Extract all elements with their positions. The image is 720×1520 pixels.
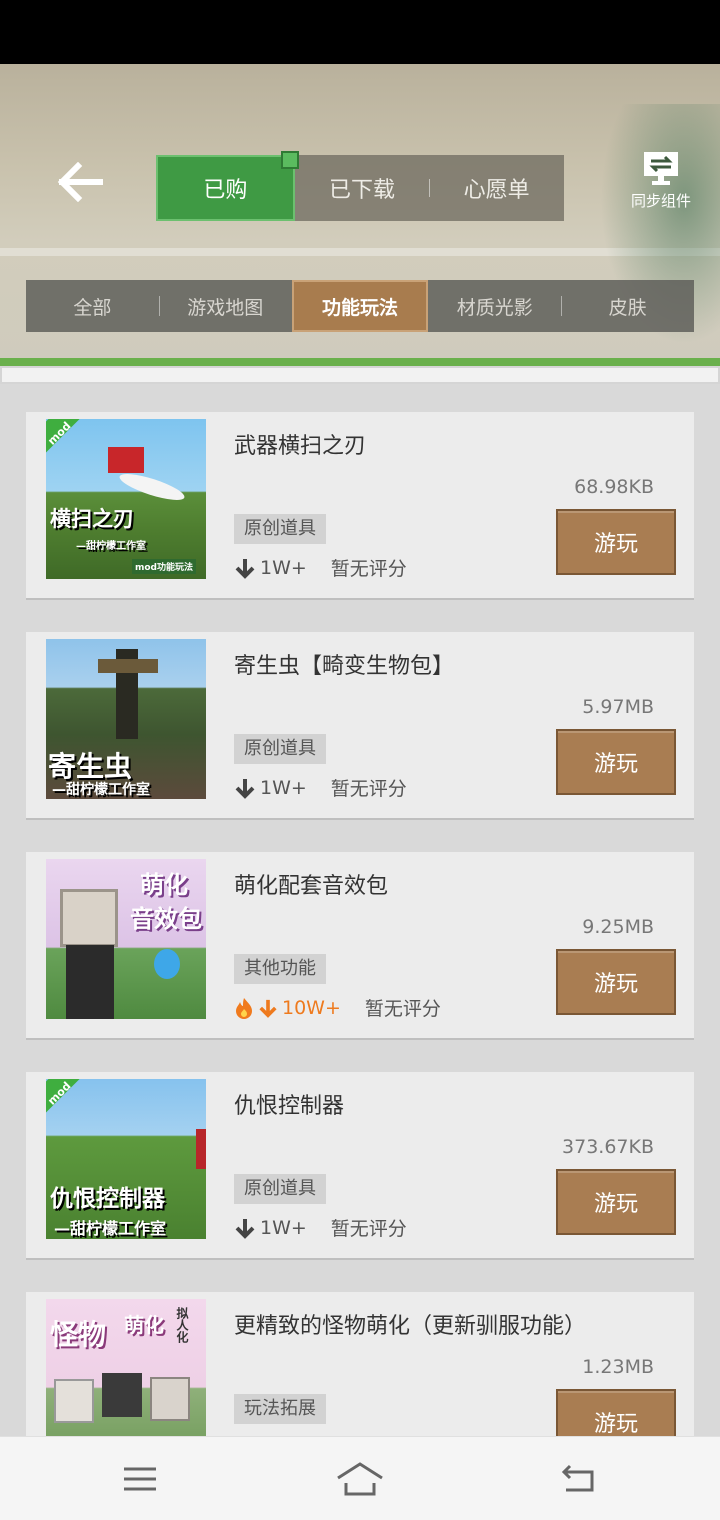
play-button[interactable]: 游玩 [556,949,676,1015]
back-button[interactable] [52,158,108,206]
item-meta: 1W+ 暂无评分 [234,774,407,801]
category-all[interactable]: 全部 [26,280,159,332]
item-title: 更精致的怪物萌化（更新驯服功能） [234,1314,587,1339]
item-tag: 原创道具 [234,734,326,764]
list-item[interactable]: 寄生虫 —甜柠檬工作室 寄生虫【畸变生物包】 5.97MB 原创道具 1W+ 暂… [26,632,694,818]
status-bar [0,0,720,64]
item-size: 373.67KB [562,1136,654,1158]
item-thumbnail: 怪物 萌化 拟人化 [46,1299,206,1436]
rating-text: 暂无评分 [330,558,407,580]
item-thumbnail: 萌化 音效包 [46,859,206,1019]
content-list: mod 横扫之刃 —甜柠檬工作室 mod功能玩法 武器横扫之刃 68.98KB … [0,384,720,1436]
thumb-subtitle: —甜柠檬工作室 [76,541,146,552]
download-icon [258,997,278,1019]
menu-icon [124,1467,156,1491]
sync-button[interactable]: 同步组件 [622,150,700,216]
fire-icon [234,997,254,1019]
header-band [0,248,720,256]
divider-strip [0,366,720,384]
rating-text: 暂无评分 [330,778,407,800]
back-nav-button[interactable] [548,1457,608,1501]
item-tag: 玩法拓展 [234,1394,326,1424]
download-icon [234,1217,256,1239]
category-textures[interactable]: 材质光影 [428,280,561,332]
item-thumbnail: 寄生虫 —甜柠檬工作室 [46,639,206,799]
thumb-title: 仇恨控制器 [50,1186,165,1212]
list-item[interactable]: 怪物 萌化 拟人化 更精致的怪物萌化（更新驯服功能） 1.23MB 玩法拓展 游… [26,1292,694,1436]
item-meta: 10W+ 暂无评分 [234,994,441,1021]
thumb-title: 横扫之刃 [50,507,134,531]
item-tag: 原创道具 [234,514,326,544]
thumb-title: 萌化 [140,871,188,899]
item-title: 仇恨控制器 [234,1094,345,1119]
back-icon [561,1464,594,1492]
item-tag: 原创道具 [234,1174,326,1204]
play-button[interactable]: 游玩 [556,509,676,575]
item-size: 1.23MB [582,1356,654,1378]
thumb-title: 怪物 [50,1318,107,1351]
item-title: 寄生虫【畸变生物包】 [234,654,455,679]
download-count: 10W+ [282,996,341,1019]
download-icon [234,777,256,799]
item-meta: 1W+ 暂无评分 [234,1214,407,1241]
thumb-subtitle: —甜柠檬工作室 [52,782,150,798]
sync-label: 同步组件 [630,192,691,210]
menu-button[interactable] [110,1457,170,1501]
category-tabs: 全部 游戏地图 功能玩法 材质光影 皮肤 [26,280,694,332]
item-size: 9.25MB [582,916,654,938]
play-button[interactable]: 游玩 [556,1169,676,1235]
item-tag: 其他功能 [234,954,326,984]
tab-wishlist[interactable]: 心愿单 [429,155,564,221]
list-item[interactable]: mod 横扫之刃 —甜柠檬工作室 mod功能玩法 武器横扫之刃 68.98KB … [26,412,694,598]
thumb-subtitle: 萌化 [124,1313,164,1337]
item-thumbnail: mod 横扫之刃 —甜柠檬工作室 mod功能玩法 [46,419,206,579]
category-gameplay[interactable]: 功能玩法 [291,280,429,332]
divider-line [0,358,720,366]
thumb-caption: 拟人化 [175,1307,189,1343]
thumb-subtitle: —甜柠檬工作室 [54,1219,167,1238]
category-maps[interactable]: 游戏地图 [158,280,292,332]
rating-text: 暂无评分 [364,998,441,1020]
sync-icon [644,152,678,185]
item-size: 68.98KB [574,476,654,498]
play-button[interactable]: 游玩 [556,729,676,795]
thumb-caption: mod功能玩法 [132,559,197,574]
system-nav-bar [0,1436,720,1520]
play-button[interactable]: 游玩 [556,1389,676,1436]
rating-text: 暂无评分 [330,1218,407,1240]
list-item[interactable]: mod 仇恨控制器 —甜柠檬工作室 仇恨控制器 373.67KB 原创道具 1W… [26,1072,694,1258]
tab-downloaded[interactable]: 已下载 [295,155,430,221]
download-icon [234,557,256,579]
item-title: 武器横扫之刃 [234,434,367,459]
download-count: 1W+ [260,776,307,799]
arrow-left-icon [57,162,103,202]
download-count: 1W+ [260,556,307,579]
home-button[interactable] [330,1457,390,1501]
tab-purchased[interactable]: 已购 [156,151,299,221]
thumb-subtitle: 音效包 [130,905,202,933]
list-item[interactable]: 萌化 音效包 萌化配套音效包 9.25MB 其他功能 10W+ 暂无评分 游玩 [26,852,694,1038]
download-count: 1W+ [260,1216,307,1239]
item-thumbnail: mod 仇恨控制器 —甜柠檬工作室 [46,1079,206,1239]
item-title: 萌化配套音效包 [234,874,389,899]
item-size: 5.97MB [582,696,654,718]
main-tabs: 已购 已下载 心愿单 [156,151,564,221]
category-skins[interactable]: 皮肤 [561,280,694,332]
home-icon [337,1462,383,1496]
item-meta: 1W+ 暂无评分 [234,554,407,581]
